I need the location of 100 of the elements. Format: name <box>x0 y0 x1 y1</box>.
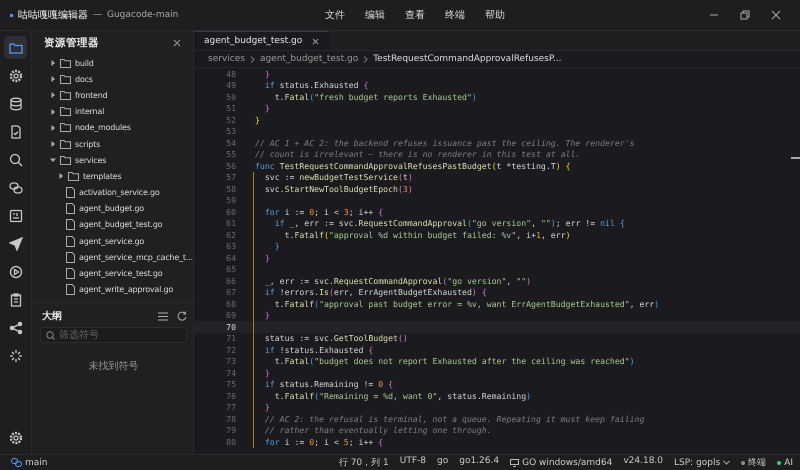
code-token: ( <box>314 298 320 309</box>
chevron-icon <box>50 124 56 131</box>
chevron-icon <box>363 56 368 62</box>
status-item[interactable]: go <box>437 456 448 469</box>
tree-item[interactable]: agent_service_mcp_cache_t... <box>32 249 193 266</box>
status-item[interactable]: go1.26.4 <box>459 456 500 469</box>
code-token: ) <box>472 287 477 298</box>
code-token: i := <box>284 206 306 217</box>
line-number: 70 <box>225 322 237 332</box>
project-name: Gugacode-main <box>107 10 178 20</box>
code-token: ( <box>314 390 320 401</box>
tree-item[interactable]: frontend <box>32 87 193 104</box>
code-token: status.Exhausted <box>278 80 360 90</box>
menu-item[interactable]: 查看 <box>405 8 425 22</box>
list-icon[interactable] <box>158 312 168 320</box>
chevron-icon <box>50 92 56 98</box>
line-number: 65 <box>225 264 237 274</box>
line-number: 69 <box>225 310 237 320</box>
tree-item[interactable]: agent_budget_test.go <box>32 216 193 234</box>
tree-item[interactable]: docs <box>32 71 193 88</box>
breadcrumb-item[interactable]: TestRequestCommandApprovalRefusesP... <box>373 54 562 64</box>
filter-field[interactable]: 筛选符号 <box>40 327 187 343</box>
file-icon <box>66 236 75 247</box>
code-token: ) <box>654 298 660 309</box>
code-token: 0 <box>309 206 314 217</box>
code-token: 0 <box>309 436 314 447</box>
code-token: } <box>264 103 270 114</box>
code-token: Fatalf <box>284 390 314 401</box>
status-item[interactable]: AI <box>784 458 793 468</box>
chevron-icon <box>50 157 56 164</box>
close-icon[interactable] <box>312 38 320 44</box>
code-token: RequestCommandApproval <box>358 218 467 228</box>
chevron-icon <box>50 60 56 66</box>
tree-item[interactable]: agent_service.go <box>32 233 193 250</box>
settings-icon[interactable] <box>8 431 22 445</box>
code-token: if <box>274 218 285 228</box>
tree-item[interactable]: scripts <box>32 136 193 152</box>
tree-item[interactable]: templates <box>32 168 193 184</box>
code-token: TestRequestCommandApprovalRefusesPastBudget <box>278 160 492 171</box>
branch-name[interactable]: main <box>25 458 48 468</box>
line-number: 67 <box>225 287 237 298</box>
line-number: 60 <box>225 206 237 217</box>
tree-item[interactable]: node_modules <box>32 120 193 136</box>
code-token: { <box>564 160 570 171</box>
code-token: { <box>387 379 394 390</box>
line-number: 48 <box>225 68 237 79</box>
code-token: "Remaining = %d, want 0" <box>319 390 438 401</box>
status-item[interactable]: v24.18.0 <box>623 456 664 469</box>
tree-item[interactable]: services <box>32 152 193 168</box>
code-token: , <box>531 218 538 228</box>
file-icon <box>66 203 75 214</box>
code-token: { <box>618 218 625 228</box>
code-token: , <box>506 276 512 286</box>
tree-item[interactable]: agent_budget.go <box>32 200 193 217</box>
line-number: 79 <box>225 425 237 436</box>
chevron-icon <box>58 173 64 180</box>
close-icon[interactable] <box>173 39 181 47</box>
menu-item[interactable]: 帮助 <box>485 8 505 22</box>
close-icon[interactable] <box>771 10 781 20</box>
code-token: ) <box>550 218 556 228</box>
tree-item[interactable]: activation_service.go <box>32 184 193 201</box>
folder-icon <box>60 74 71 84</box>
tree-item[interactable]: internal <box>32 104 193 120</box>
folder-icon <box>60 156 71 165</box>
search-icon <box>46 331 55 340</box>
code-token: ; i++ <box>348 436 374 447</box>
line-number: 57 <box>225 172 237 182</box>
line-number: 76 <box>225 390 237 401</box>
file-icon <box>66 284 75 296</box>
code-token: "approval past budget error = %v, want ErrAgentBudgetExhausted" <box>319 298 630 309</box>
code-token: "budget does not report Exhausted after the ceiling was reached" <box>314 356 630 366</box>
code-token: ) <box>556 160 561 171</box>
tree-item[interactable]: build <box>32 55 193 72</box>
code-token: _, err := svc. <box>264 276 334 286</box>
tree-item[interactable]: agent_write_approval.go <box>32 282 193 298</box>
menu-item[interactable]: 编辑 <box>365 8 385 22</box>
status-item[interactable]: 行 70，列 1 <box>338 456 389 469</box>
monitor-icon <box>510 458 520 466</box>
status-item[interactable]: LSP: gopls <box>674 458 720 468</box>
code-token: ( <box>309 356 314 366</box>
folder-icon[interactable] <box>4 36 27 59</box>
status-item[interactable]: 终端 <box>748 456 766 469</box>
breadcrumb-item[interactable]: agent_budget_test.go <box>260 54 358 64</box>
restore-icon[interactable] <box>740 10 750 20</box>
chevron-icon <box>50 108 56 115</box>
line-number: 49 <box>225 80 237 90</box>
tree-item[interactable]: agent_service_test.go <box>32 265 193 282</box>
menu-item[interactable]: 终端 <box>445 8 465 22</box>
code-token: // AC 2: the refusal is terminal, not a queue. Repeating it must keep failing <box>264 414 644 424</box>
code-token: ; i < <box>314 436 340 447</box>
status-item[interactable]: UTF-8 <box>400 456 426 469</box>
status-item[interactable]: GO windows/amd64 <box>522 458 612 468</box>
code-token: ) <box>408 184 413 194</box>
code-token: "" <box>540 218 551 228</box>
breadcrumb-item[interactable]: services <box>208 54 245 64</box>
menu-item[interactable]: 文件 <box>325 8 345 22</box>
refresh-icon[interactable] <box>177 311 187 321</box>
code-token: ) <box>408 172 413 182</box>
file-icon <box>66 219 75 230</box>
code-token: 0 <box>378 379 384 390</box>
